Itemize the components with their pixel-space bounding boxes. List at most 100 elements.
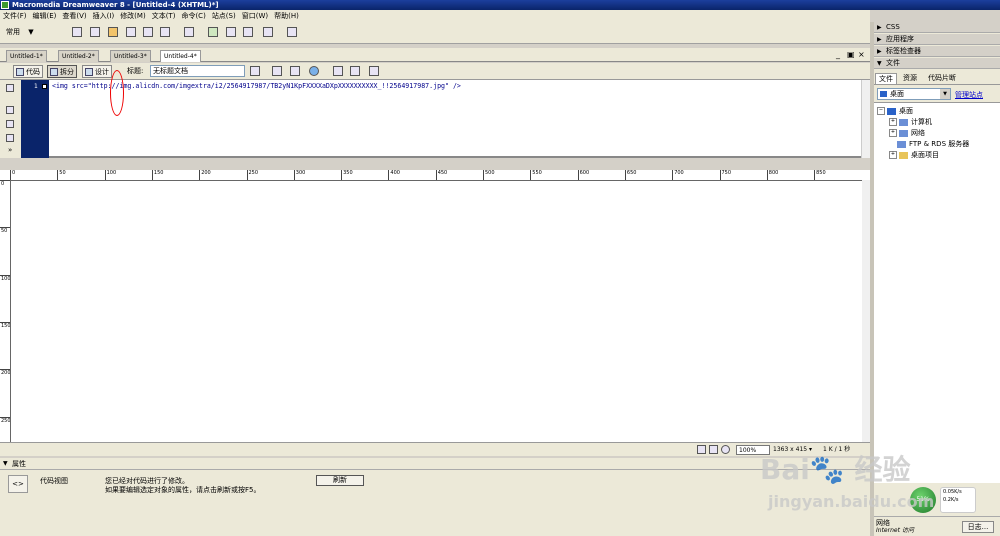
tab-untitled-4[interactable]: Untitled-4* — [160, 50, 201, 62]
tab-files[interactable]: 文件 — [875, 73, 897, 84]
code-view[interactable]: » 1 <img src="http://img.alicdn.com/imge… — [0, 80, 870, 158]
menu-commands[interactable]: 命令(C) — [178, 11, 208, 21]
properties-header[interactable]: 属性 — [0, 458, 870, 470]
properties-panel: <> 代码视图 您已经对代码进行了修改。 如果要编辑选定对象的属性，请点击刷新或… — [0, 470, 870, 536]
tab-untitled-1[interactable]: Untitled-1* — [6, 50, 47, 62]
visual-aids-icon[interactable] — [369, 66, 379, 76]
refresh-label: 刷新 — [333, 476, 347, 484]
menu-view[interactable]: 查看(V) — [59, 11, 89, 21]
refresh-button[interactable]: 刷新 — [316, 475, 364, 486]
window-title-bar: Macromedia Dreamweaver 8 - [Untitled-4 (… — [0, 0, 1000, 10]
view-options-icon[interactable] — [350, 66, 360, 76]
panel-group-label: 应用程序 — [886, 35, 914, 43]
menu-window[interactable]: 窗口(W) — [239, 11, 271, 21]
horizontal-ruler: 0 50 100 150 200 250 300 350 400 450 500 550 600 650 7… — [10, 170, 862, 181]
tree-item-label: 计算机 — [911, 118, 932, 126]
tree-item[interactable]: − 桌面 — [877, 106, 913, 116]
menu-text[interactable]: 文本(T) — [149, 11, 179, 21]
network-sub-label: Internet 访问 — [876, 527, 914, 534]
system-tray-popup: 51% 0.05K/s 0.2K/s 网络 Internet 访问 日志... — [874, 487, 1000, 536]
tag-chooser-icon[interactable] — [287, 27, 297, 37]
media-icon[interactable] — [184, 27, 194, 37]
restore-icon[interactable]: ▣ — [847, 50, 855, 59]
site-select[interactable]: 桌面 ▼ — [877, 88, 951, 100]
expand-icon[interactable]: + — [889, 151, 897, 159]
expand-all-icon[interactable] — [6, 134, 14, 142]
manage-sites-link[interactable]: 管理站点 — [955, 90, 983, 100]
minimize-icon[interactable]: _ — [836, 50, 840, 59]
collapse-tag-icon[interactable] — [6, 106, 14, 114]
date-icon[interactable] — [208, 27, 218, 37]
watermark-logo-text: Bai🐾 经验 — [760, 453, 911, 486]
expand-icon[interactable]: + — [889, 129, 897, 137]
email-link-icon[interactable] — [90, 27, 100, 37]
fold-toggle-icon[interactable] — [42, 84, 47, 89]
menu-help[interactable]: 帮助(H) — [271, 11, 302, 21]
menu-edit[interactable]: 编辑(E) — [30, 11, 60, 21]
more-tools-icon[interactable]: » — [8, 146, 12, 154]
collapse-selection-icon[interactable] — [6, 120, 14, 128]
document-toolbar: 代码 拆分 设计 标题: — [0, 63, 870, 80]
baidu-jingyan-watermark: Bai🐾 经验 jingyan.baidu.com — [760, 448, 960, 518]
panel-group-files[interactable]: ▼ 文件 — [874, 58, 1000, 69]
insert-category-select[interactable]: 常用 ▼ — [6, 27, 34, 37]
panel-group-tag-inspector[interactable]: ▶ 标签检查器 — [874, 46, 1000, 57]
annotation-circle — [110, 70, 124, 116]
tab-assets[interactable]: 资源 — [900, 73, 920, 84]
tree-item[interactable]: + 计算机 — [889, 117, 932, 127]
code-scrollbar[interactable] — [861, 80, 870, 158]
design-view-button[interactable]: 设计 — [82, 65, 112, 78]
tab-snippets[interactable]: 代码片断 — [925, 73, 959, 84]
tree-item[interactable]: + 桌面项目 — [889, 150, 939, 160]
expand-icon[interactable]: + — [889, 118, 897, 126]
open-documents-icon[interactable] — [6, 84, 14, 92]
preview-browser-icon[interactable] — [309, 66, 319, 76]
panel-group-application[interactable]: ▶ 应用程序 — [874, 34, 1000, 45]
validate-icon[interactable] — [272, 66, 282, 76]
ruler-tick-label: 450 — [435, 170, 447, 180]
server-include-icon[interactable] — [226, 27, 236, 37]
zoom-tool-icon[interactable] — [721, 445, 730, 454]
collapse-icon[interactable]: − — [877, 107, 885, 115]
browser-check-icon[interactable] — [250, 66, 260, 76]
split-view-button[interactable]: 拆分 — [47, 65, 77, 78]
named-anchor-icon[interactable] — [108, 27, 118, 37]
panel-group-label: 标签检查器 — [886, 47, 921, 55]
menu-insert[interactable]: 插入(I) — [90, 11, 118, 21]
network-status: 网络 Internet 访问 — [876, 519, 914, 535]
code-view-tag-icon: <> — [8, 475, 28, 493]
hand-tool-icon[interactable] — [709, 445, 718, 454]
tab-untitled-3[interactable]: Untitled-3* — [110, 50, 151, 62]
document-tabs: Untitled-1* Untitled-2* Untitled-3* Unti… — [0, 48, 870, 62]
table-icon[interactable] — [126, 27, 136, 37]
select-tool-icon[interactable] — [697, 445, 706, 454]
comment-icon[interactable] — [243, 27, 253, 37]
tree-item[interactable]: FTP & RDS 服务器 — [889, 139, 969, 149]
close-icon[interactable]: × — [858, 50, 865, 59]
tree-item[interactable]: + 网络 — [889, 128, 925, 138]
menu-site[interactable]: 站点(S) — [209, 11, 239, 21]
design-view-icon — [85, 68, 93, 76]
image-icon[interactable] — [160, 27, 170, 37]
panel-group-label: 文件 — [886, 59, 900, 67]
doc-title-input[interactable] — [150, 65, 245, 77]
panel-group-css[interactable]: ▶ CSS — [874, 22, 1000, 33]
layer-icon[interactable] — [143, 27, 153, 37]
ruler-tick-label: 100 — [0, 274, 11, 282]
menu-file[interactable]: 文件(F) — [0, 11, 30, 21]
file-transfer-icon[interactable] — [290, 66, 300, 76]
dropdown-arrow-icon: ▼ — [28, 28, 34, 36]
menu-modify[interactable]: 修改(M) — [117, 11, 149, 21]
ruler-tick-label: 800 — [766, 170, 778, 180]
code-view-button[interactable]: 代码 — [13, 65, 43, 78]
design-view-label: 设计 — [95, 68, 109, 76]
head-tags-icon[interactable] — [263, 27, 273, 37]
tab-untitled-2[interactable]: Untitled-2* — [58, 50, 99, 62]
hyperlink-icon[interactable] — [72, 27, 82, 37]
design-view[interactable]: 0 50 100 150 200 250 300 350 400 450 500 550 600 650 7… — [0, 170, 870, 442]
refresh-design-icon[interactable] — [333, 66, 343, 76]
log-button[interactable]: 日志... — [962, 521, 994, 533]
design-scrollbar[interactable] — [862, 180, 870, 442]
ruler-tick-label: 750 — [719, 170, 731, 180]
code-view-label: 代码 — [26, 68, 40, 76]
